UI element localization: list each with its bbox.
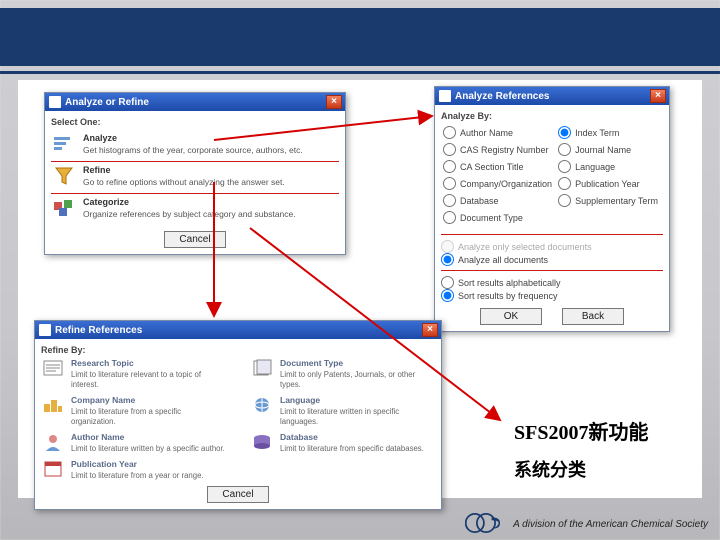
option-label: Author Name [460, 128, 513, 138]
dialog-title: Analyze or Refine [65, 97, 149, 108]
slide-label-main: SFS2007新功能 [508, 414, 654, 447]
analyze-by-option[interactable]: Database [443, 194, 552, 207]
refine-option[interactable]: Publication Year Limit to literature fro… [41, 459, 226, 480]
option-label: Company/Organization [460, 179, 552, 189]
refine-option[interactable]: Document Type Limit to only Patents, Jou… [250, 358, 435, 389]
option-desc: Organize references by subject category … [83, 209, 296, 219]
option-desc: Limit to literature from specific databa… [280, 444, 424, 453]
back-button[interactable]: Back [562, 308, 624, 325]
option-icon [250, 358, 274, 378]
analyze-by-option[interactable]: Journal Name [558, 143, 661, 156]
analyze-by-option[interactable]: CAS Registry Number [443, 143, 552, 156]
slide-label-sub: 系统分类 [508, 454, 592, 484]
select-one-label: Select One: [51, 117, 339, 127]
refine-option[interactable]: Language Limit to literature written in … [250, 395, 435, 426]
option-label: CA Section Title [460, 162, 524, 172]
option-desc: Get histograms of the year, corporate so… [83, 145, 303, 155]
titlebar[interactable]: Analyze or Refine × [45, 93, 345, 111]
option-name: Refine [83, 165, 285, 175]
option-label: CAS Registry Number [460, 145, 549, 155]
option-desc: Limit to only Patents, Journals, or othe… [280, 370, 415, 389]
refine-option[interactable]: Author Name Limit to literature written … [41, 432, 226, 453]
app-icon [39, 324, 51, 336]
analyze-refine-option[interactable]: Categorize Organize references by subjec… [51, 194, 339, 225]
app-icon [49, 96, 61, 108]
option-label: Supplementary Term [575, 196, 658, 206]
analyze-by-option[interactable]: Language [558, 160, 661, 173]
option-name: Database [280, 432, 424, 442]
option-label: Index Term [575, 128, 619, 138]
option-name: Document Type [280, 358, 435, 368]
option-icon [41, 459, 65, 479]
close-icon[interactable]: × [422, 323, 438, 337]
ok-button[interactable]: OK [480, 308, 542, 325]
refine-option[interactable]: Database Limit to literature from specif… [250, 432, 435, 453]
option-name: Author Name [71, 432, 225, 442]
option-name: Categorize [83, 197, 296, 207]
option-icon [41, 358, 65, 378]
titlebar-analyze-refs[interactable]: Analyze References × [435, 87, 669, 105]
option-icon [51, 197, 77, 219]
refine-references-dialog: Refine References × Refine By: Research … [34, 320, 442, 510]
sort-option[interactable]: Sort results by frequency [441, 289, 663, 302]
scope-option: Analyze only selected documents [441, 240, 663, 253]
analyze-by-option[interactable]: CA Section Title [443, 160, 552, 173]
option-label: Analyze only selected documents [458, 242, 592, 252]
option-desc: Limit to literature relevant to a topic … [71, 370, 201, 389]
analyze-by-label: Analyze By: [441, 111, 663, 121]
option-label: Document Type [460, 213, 523, 223]
close-icon[interactable]: × [326, 95, 342, 109]
analyze-by-option[interactable]: Index Term [558, 126, 661, 139]
dialog-title: Refine References [55, 325, 142, 336]
analyze-references-dialog: Analyze References × Analyze By: Author … [434, 86, 670, 332]
close-icon[interactable]: × [650, 89, 666, 103]
option-desc: Limit to literature written by a specifi… [71, 444, 225, 453]
option-icon [41, 395, 65, 415]
header-banner [0, 8, 720, 66]
sort-option[interactable]: Sort results alphabetically [441, 276, 663, 289]
option-label: Analyze all documents [458, 255, 548, 265]
option-desc: Limit to literature from a specific orga… [71, 407, 181, 426]
option-icon [41, 432, 65, 452]
option-desc: Go to refine options without analyzing t… [83, 177, 285, 187]
footer-text: A division of the American Chemical Soci… [513, 519, 708, 530]
option-desc: Limit to literature written in specific … [280, 407, 399, 426]
option-label: Database [460, 196, 499, 206]
option-icon [250, 395, 274, 415]
titlebar-refine-refs[interactable]: Refine References × [35, 321, 441, 339]
refine-by-label: Refine By: [41, 345, 435, 355]
analyze-by-option[interactable]: Publication Year [558, 177, 661, 190]
option-label: Publication Year [575, 179, 640, 189]
scope-option[interactable]: Analyze all documents [441, 253, 663, 266]
analyze-refine-option[interactable]: Refine Go to refine options without anal… [51, 162, 339, 194]
option-label: Journal Name [575, 145, 631, 155]
analyze-by-option[interactable]: Supplementary Term [558, 194, 661, 207]
analyze-by-option[interactable]: Company/Organization [443, 177, 552, 190]
option-label: Sort results alphabetically [458, 278, 561, 288]
cancel-button[interactable]: Cancel [164, 231, 226, 248]
option-label: Language [575, 162, 615, 172]
analyze-by-option[interactable]: Document Type [443, 211, 552, 224]
refine-option[interactable]: Company Name Limit to literature from a … [41, 395, 226, 426]
refine-option[interactable]: Research Topic Limit to literature relev… [41, 358, 226, 389]
option-icon [51, 165, 77, 187]
option-icon [51, 133, 77, 155]
option-name: Publication Year [71, 459, 204, 469]
app-icon [439, 90, 451, 102]
option-name: Analyze [83, 133, 303, 143]
cas-logo-icon [465, 513, 507, 536]
option-name: Research Topic [71, 358, 226, 368]
dialog-title: Analyze References [455, 91, 550, 102]
cancel-button[interactable]: Cancel [207, 486, 269, 503]
option-name: Company Name [71, 395, 226, 405]
option-label: Sort results by frequency [458, 291, 558, 301]
option-name: Language [280, 395, 435, 405]
option-icon [250, 432, 274, 452]
analyze-or-refine-dialog: Analyze or Refine × Select One: Analyze … [44, 92, 346, 255]
analyze-refine-option[interactable]: Analyze Get histograms of the year, corp… [51, 130, 339, 162]
option-desc: Limit to literature from a year or range… [71, 471, 204, 480]
analyze-by-option[interactable]: Author Name [443, 126, 552, 139]
